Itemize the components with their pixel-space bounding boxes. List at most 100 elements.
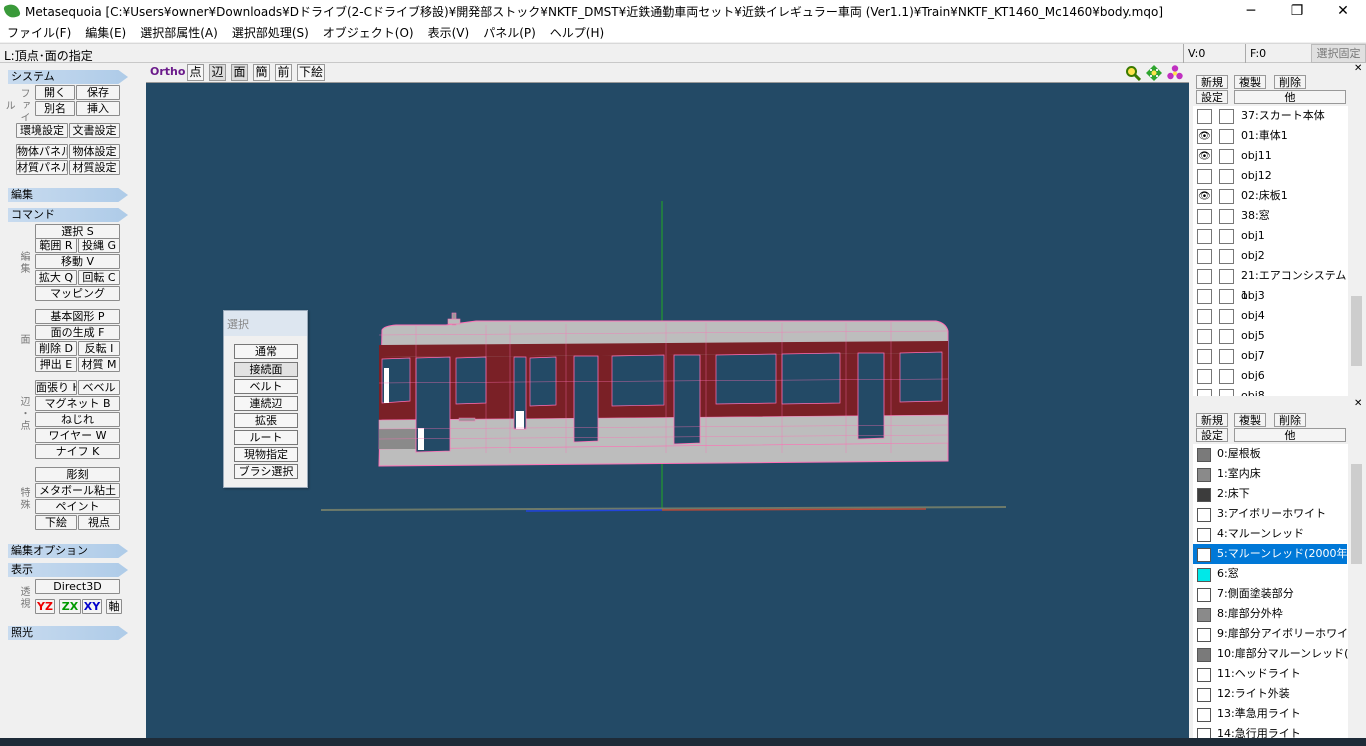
- material-row[interactable]: 0:屋根板: [1193, 444, 1347, 464]
- yz-view-button[interactable]: YZ: [35, 599, 55, 614]
- material-panel-close-icon[interactable]: ✕: [1354, 398, 1362, 409]
- section-lighting[interactable]: 照光: [8, 626, 128, 640]
- bevel-tool-button[interactable]: ベベル: [78, 380, 120, 395]
- material-row[interactable]: 12:ライト外装: [1193, 684, 1347, 704]
- menu-selection-proc[interactable]: 選択部処理(S): [225, 24, 316, 41]
- vertex-mode-button[interactable]: 点: [187, 64, 204, 81]
- visibility-toggle-icon[interactable]: [1197, 309, 1212, 324]
- save-as-button[interactable]: 別名: [35, 101, 75, 116]
- lock-toggle-icon[interactable]: [1219, 149, 1234, 164]
- range-tool-button[interactable]: 範囲 R: [35, 238, 77, 253]
- object-row[interactable]: obj5: [1193, 326, 1347, 346]
- paint-tool-button[interactable]: ペイント: [35, 499, 120, 514]
- object-settings-button[interactable]: 物体設定: [69, 144, 120, 159]
- object-row[interactable]: obj12: [1193, 166, 1347, 186]
- section-display[interactable]: 表示: [8, 563, 128, 577]
- select-edge-loop-button[interactable]: 連続辺: [234, 396, 298, 411]
- object-row[interactable]: 👁 obj11: [1193, 146, 1347, 166]
- visibility-toggle-icon[interactable]: [1197, 109, 1212, 124]
- object-row[interactable]: 👁 01:車体1: [1193, 126, 1347, 146]
- material-row[interactable]: 13:準急用ライト: [1193, 704, 1347, 724]
- lock-toggle-icon[interactable]: [1219, 349, 1234, 364]
- material-row[interactable]: 1:室内床: [1193, 464, 1347, 484]
- material-row[interactable]: 9:扉部分アイボリーホワイト: [1193, 624, 1348, 644]
- extrude-tool-button[interactable]: 押出 E: [35, 357, 77, 372]
- flip-tool-button[interactable]: 反転 I: [78, 341, 120, 356]
- axis-toggle-button[interactable]: 軸: [106, 599, 122, 614]
- select-specified-button[interactable]: 現物指定: [234, 447, 298, 462]
- primitive-tool-button[interactable]: 基本図形 P: [35, 309, 120, 324]
- lock-toggle-icon[interactable]: [1219, 109, 1234, 124]
- material-row[interactable]: 4:マルーンレッド: [1193, 524, 1347, 544]
- visibility-toggle-icon[interactable]: [1197, 369, 1212, 384]
- wire-tool-button[interactable]: ワイヤー W: [35, 428, 120, 443]
- lock-toggle-icon[interactable]: [1219, 169, 1234, 184]
- material-other-button[interactable]: 他: [1234, 428, 1346, 442]
- material-panel-button[interactable]: 材質パネル: [16, 160, 68, 175]
- material-settings-button[interactable]: 材質設定: [69, 160, 120, 175]
- move-tool-button[interactable]: 移動 V: [35, 254, 120, 269]
- front-view-button[interactable]: 前: [275, 64, 292, 81]
- lock-toggle-icon[interactable]: [1219, 189, 1234, 204]
- lock-toggle-icon[interactable]: [1219, 129, 1234, 144]
- 3d-viewport[interactable]: Ortho 点 辺 面 簡 前 下絵 選択 通常 接続面 ベルト 連続辺 拡張 …: [146, 63, 1189, 746]
- material-list-scroll-thumb[interactable]: [1351, 464, 1362, 564]
- menu-selection-attr[interactable]: 選択部属性(A): [133, 24, 225, 41]
- object-settings-button[interactable]: 設定: [1196, 90, 1228, 104]
- material-row[interactable]: 2:床下: [1193, 484, 1347, 504]
- visibility-toggle-icon[interactable]: [1197, 349, 1212, 364]
- material-row[interactable]: 8:扉部分外枠: [1193, 604, 1347, 624]
- object-copy-button[interactable]: 複製: [1234, 75, 1266, 89]
- selection-panel-title[interactable]: 選択: [224, 311, 307, 336]
- section-edit-options[interactable]: 編集オプション: [8, 544, 128, 558]
- lock-toggle-icon[interactable]: [1219, 209, 1234, 224]
- object-row[interactable]: 21:エアコンシステム1: [1193, 266, 1347, 302]
- rotate-tool-button[interactable]: 回転 C: [78, 270, 120, 285]
- open-button[interactable]: 開く: [35, 85, 75, 100]
- visibility-toggle-icon[interactable]: 👁: [1197, 189, 1212, 204]
- object-list-scroll-thumb[interactable]: [1351, 296, 1362, 366]
- material-row[interactable]: 11:ヘッドライト: [1193, 664, 1347, 684]
- direct3d-button[interactable]: Direct3D: [35, 579, 120, 594]
- visibility-toggle-icon[interactable]: [1197, 229, 1212, 244]
- edge-mode-button[interactable]: 辺: [209, 64, 226, 81]
- select-belt-button[interactable]: ベルト: [234, 379, 298, 394]
- material-row[interactable]: 3:アイボリーホワイト: [1193, 504, 1347, 524]
- select-route-button[interactable]: ルート: [234, 430, 298, 445]
- menu-file[interactable]: ファイル(F): [0, 24, 78, 41]
- doc-settings-button[interactable]: 文書設定: [69, 123, 120, 138]
- object-row[interactable]: obj6: [1193, 366, 1347, 386]
- section-edit[interactable]: 編集: [8, 188, 128, 202]
- material-copy-button[interactable]: 複製: [1234, 413, 1266, 427]
- mapping-tool-button[interactable]: マッピング: [35, 286, 120, 301]
- material-row[interactable]: 14:急行用ライト: [1193, 724, 1347, 738]
- ortho-toggle[interactable]: Ortho: [150, 65, 185, 78]
- menu-edit[interactable]: 編集(E): [78, 24, 133, 41]
- material-row[interactable]: 5:マルーンレッド(2000年以: [1193, 544, 1348, 564]
- carve-tool-button[interactable]: 彫刻: [35, 467, 120, 482]
- face-generate-button[interactable]: 面の生成 F: [35, 325, 120, 340]
- knife-tool-button[interactable]: ナイフ K: [35, 444, 120, 459]
- metaball-tool-button[interactable]: メタボール粘土: [35, 483, 120, 498]
- lock-toggle-icon[interactable]: [1219, 329, 1234, 344]
- menu-view[interactable]: 表示(V): [421, 24, 477, 41]
- object-row[interactable]: 👁 02:床板1: [1193, 186, 1347, 206]
- select-brush-button[interactable]: ブラシ選択: [234, 464, 298, 479]
- visibility-toggle-icon[interactable]: [1197, 329, 1212, 344]
- material-row[interactable]: 6:窓: [1193, 564, 1347, 584]
- object-row[interactable]: 37:スカート本体: [1193, 106, 1347, 126]
- object-list[interactable]: 37:スカート本体 👁 01:車体1 👁 obj11 obj12 👁 02:床板1 38:窓 ob…: [1193, 106, 1348, 396]
- section-command[interactable]: コマンド: [8, 208, 128, 222]
- xy-view-button[interactable]: XY: [82, 599, 102, 614]
- object-panel-close-icon[interactable]: ✕: [1354, 63, 1362, 74]
- object-row[interactable]: obj4: [1193, 306, 1347, 326]
- minimize-button[interactable]: ─: [1228, 0, 1274, 22]
- material-list-scrollbar[interactable]: [1349, 444, 1364, 738]
- menu-object[interactable]: オブジェクト(O): [316, 24, 421, 41]
- object-row[interactable]: obj2: [1193, 246, 1347, 266]
- object-row[interactable]: obj7: [1193, 346, 1347, 366]
- zx-view-button[interactable]: ZX: [59, 599, 81, 614]
- selection-lock-button[interactable]: 選択固定: [1311, 44, 1366, 63]
- material-tool-button[interactable]: 材質 M: [78, 357, 120, 372]
- zoom-icon[interactable]: [1125, 65, 1141, 81]
